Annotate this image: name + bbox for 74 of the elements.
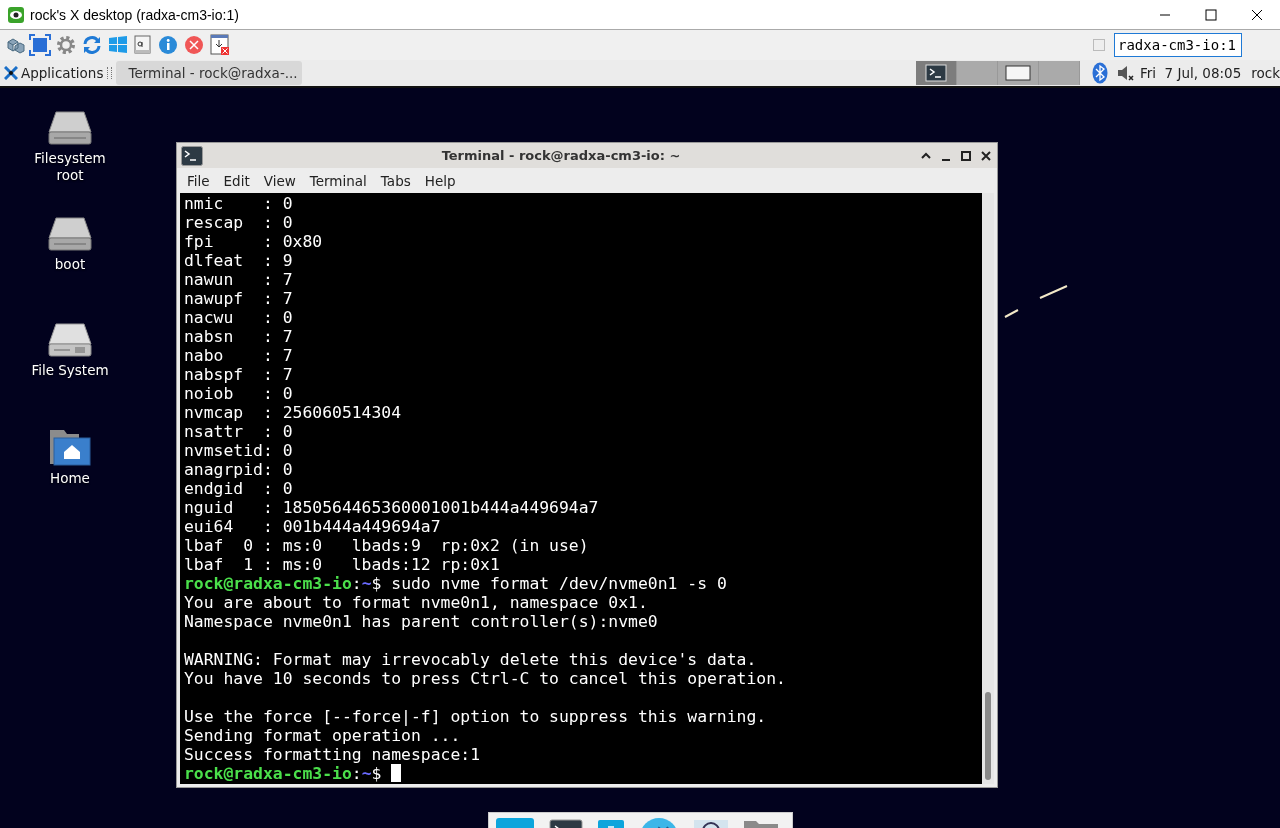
terminal-line: You are about to format nvme0n1, namespace 0x1. xyxy=(184,593,648,612)
scrollbar[interactable] xyxy=(982,193,994,784)
terminal-line: nabspf : 7 xyxy=(184,365,293,384)
workspace-button[interactable] xyxy=(997,61,1039,85)
terminal-prompt-line: rock@radxa-cm3-io:~$ xyxy=(184,764,383,783)
terminal-line: noiob : 0 xyxy=(184,384,293,403)
menu-item[interactable]: Tabs xyxy=(374,172,417,189)
fullscreen-icon[interactable] xyxy=(29,34,51,56)
host-field[interactable]: radxa-cm3-io:1 xyxy=(1114,33,1242,57)
terminal-line: anagrpid: 0 xyxy=(184,460,293,479)
desktop-icon-label[interactable]: boot xyxy=(20,256,120,273)
disconnect-icon[interactable] xyxy=(183,34,205,56)
x-logo-icon xyxy=(4,66,18,80)
terminal-line: rescap : 0 xyxy=(184,213,293,232)
menu-item[interactable]: Edit xyxy=(217,172,256,189)
terminal-line: Use the force [--force|-f] option to suppress this warning. xyxy=(184,707,767,726)
drive-icon[interactable] xyxy=(48,216,92,252)
terminal-line: Success formatting namespace:1 xyxy=(184,745,481,764)
menu-item[interactable]: Help xyxy=(418,172,462,189)
terminal-line: nabsn : 7 xyxy=(184,327,293,346)
windows-logo-icon[interactable] xyxy=(107,34,129,56)
applications-menu[interactable]: Applications xyxy=(0,65,108,81)
menu-item[interactable]: View xyxy=(257,172,302,189)
terminal-line: nabo : 7 xyxy=(184,346,293,365)
eye-logo-icon[interactable] xyxy=(8,6,24,23)
taskbar-item[interactable]: Terminal - rock@radxa-... xyxy=(116,61,303,85)
terminal-line: endgid : 0 xyxy=(184,479,293,498)
terminal-line: Namespace nvme0n1 has parent controller(s):nvme0 xyxy=(184,612,658,631)
menu-item[interactable]: Terminal xyxy=(303,172,373,189)
terminal-line: You have 10 seconds to press Ctrl-C to cancel this operation. xyxy=(184,669,786,688)
terminal-line: eui64 : 001b444a449694a7 xyxy=(184,517,441,536)
terminal-line: nawupf : 7 xyxy=(184,289,293,308)
user-name[interactable]: rock xyxy=(1251,65,1280,81)
terminal-line: nvmcap : 256060514304 xyxy=(184,403,402,422)
terminal-line: fpi : 0x80 xyxy=(184,232,323,251)
desktop-icon-label[interactable]: Home xyxy=(20,470,120,487)
close-icon[interactable] xyxy=(979,148,993,163)
window-icon xyxy=(1004,65,1031,81)
terminal-line: lbaf 0 : ms:0 lbads:9 rp:0x2 (in use) xyxy=(184,536,589,555)
bluetooth-icon[interactable] xyxy=(1091,62,1108,84)
maximize-icon[interactable] xyxy=(959,148,973,163)
key-icon[interactable] xyxy=(133,34,153,56)
window-title: rock's X desktop (radxa-cm3-io:1) xyxy=(30,6,240,23)
desktop-icon-label[interactable]: File System xyxy=(20,362,120,379)
checkbox[interactable] xyxy=(1093,39,1105,51)
file-transfer-icon[interactable] xyxy=(209,34,231,56)
close-icon[interactable] xyxy=(1251,8,1263,21)
refresh-icon[interactable] xyxy=(81,34,103,56)
terminal-line: nvmsetid: 0 xyxy=(184,441,293,460)
drive-icon[interactable] xyxy=(48,110,92,146)
terminal-line: WARNING: Format may irrevocably delete this device's data. xyxy=(184,650,757,669)
terminal-line: nawun : 7 xyxy=(184,270,293,289)
terminal-title: Terminal - rock@radxa-cm3-io: ~ xyxy=(440,148,682,163)
terminal-line: nguid : 1850564465360001001b444a449694a7 xyxy=(184,498,599,517)
terminal-line: nsattr : 0 xyxy=(184,422,293,441)
hard-disk-icon[interactable] xyxy=(48,322,92,358)
terminal-line: nacwu : 0 xyxy=(184,308,293,327)
terminal-line: lbaf 1 : ms:0 lbads:12 rp:0x1 xyxy=(184,555,500,574)
info-icon[interactable] xyxy=(157,34,179,56)
volume-muted-icon[interactable] xyxy=(1115,64,1134,82)
workspace-button[interactable] xyxy=(915,61,957,85)
terminal-icon[interactable] xyxy=(181,145,203,166)
terminal-line: Sending format operation ... xyxy=(184,726,461,745)
terminal-icon xyxy=(924,64,947,82)
maximize-icon[interactable] xyxy=(1205,8,1217,21)
terminal-line: nmic : 0 xyxy=(184,194,293,213)
home-folder-icon[interactable] xyxy=(49,428,91,466)
desktop-icon-label[interactable]: Filesystem root xyxy=(20,150,120,184)
settings-icon[interactable] xyxy=(55,34,77,56)
line-drawing xyxy=(1004,285,1068,319)
menu-item[interactable]: File xyxy=(181,172,216,189)
terminal-line: dlfeat : 9 xyxy=(184,251,293,270)
clock[interactable]: Fri 7 Jul, 08:05 xyxy=(1139,65,1242,81)
terminal-prompt-line: rock@radxa-cm3-io:~$ sudo nvme format /dev/nvme0n1 -s 0 xyxy=(184,574,727,593)
